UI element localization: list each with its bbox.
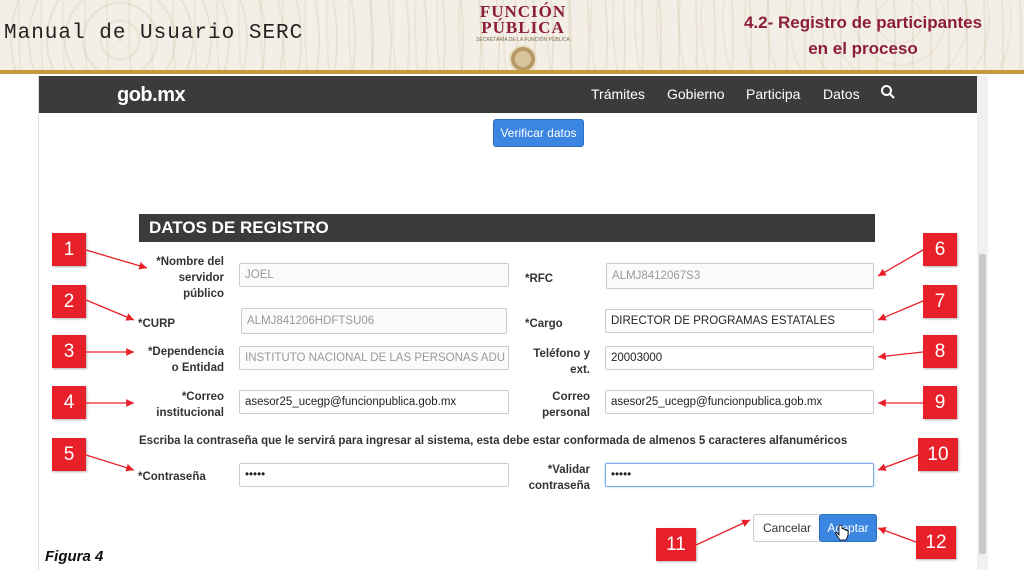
section-title-line-1: 4.2- Registro de participantes [743, 13, 983, 32]
password-label: *Contraseña [138, 471, 206, 483]
slide-header: Manual de Usuario SERC FUNCIÓN PÚBLICA S… [0, 0, 1024, 72]
confirm-password-label: *Validar contraseña [528, 464, 590, 492]
nav-participa[interactable]: Participa [746, 86, 800, 102]
section-title-line-2: en el proceso [808, 39, 918, 58]
password-field[interactable]: ••••• [239, 463, 509, 487]
cargo-label: *Cargo [525, 318, 563, 330]
search-icon[interactable] [880, 84, 896, 100]
callout-9: 9 [923, 386, 957, 419]
curp-label: *CURP [138, 318, 176, 330]
nav-datos[interactable]: Datos [823, 86, 860, 102]
password-instructions: Escriba la contraseña que le servirá par… [139, 435, 848, 447]
seal-icon [509, 45, 537, 72]
callout-3: 3 [52, 335, 86, 368]
callout-5: 5 [52, 438, 86, 471]
dependencia-field[interactable]: INSTITUTO NACIONAL DE LAS PERSONAS ADU [239, 346, 509, 370]
callout-8: 8 [923, 335, 957, 368]
nombre-label: *Nombre del servidor público [156, 256, 224, 300]
rfc-label: *RFC [525, 273, 554, 285]
dependencia-label: *Dependencia o Entidad [147, 346, 224, 374]
callout-12: 12 [916, 526, 956, 559]
telefono-field[interactable]: 20003000 [605, 346, 874, 370]
callout-10: 10 [918, 438, 958, 471]
callout-4: 4 [52, 386, 86, 419]
cargo-field[interactable]: DIRECTOR DE PROGRAMAS ESTATALES [605, 309, 874, 333]
telefono-label: Teléfono y ext. [533, 348, 590, 376]
page-scrollbar[interactable] [977, 76, 988, 570]
header-divider [0, 70, 1024, 74]
logo-subtitle: SECRETARÍA DE LA FUNCIÓN PÚBLICA [476, 37, 570, 43]
verify-data-button[interactable]: Verificar datos [493, 119, 584, 147]
nav-tramites[interactable]: Trámites [591, 86, 645, 102]
funcion-publica-logo: FUNCIÓN PÚBLICA SECRETARÍA DE LA FUNCIÓN… [463, 3, 583, 72]
figure-label: Figura 4 [45, 548, 104, 565]
correo-personal-field[interactable]: asesor25_ucegp@funcionpublica.gob.mx [605, 390, 874, 414]
cancel-button[interactable]: Cancelar [753, 514, 821, 542]
scrollbar-thumb[interactable] [979, 254, 986, 554]
hand-cursor-icon [835, 525, 849, 541]
confirm-password-field[interactable]: ••••• [605, 463, 874, 487]
callout-7: 7 [923, 285, 957, 318]
section-title: 4.2- Registro de participantes en el pro… [728, 10, 998, 62]
correo-institucional-label: *Correo institucional [156, 391, 224, 419]
form-header: DATOS DE REGISTRO [139, 214, 875, 242]
callout-2: 2 [52, 285, 86, 318]
manual-title: Manual de Usuario SERC [4, 22, 304, 45]
correo-institucional-field[interactable]: asesor25_ucegp@funcionpublica.gob.mx [239, 390, 509, 414]
nombre-field[interactable]: JOEL [239, 263, 509, 287]
gobmx-logo[interactable]: gob.mx [117, 84, 186, 107]
gobmx-navbar: gob.mx Trámites Gobierno Participa Datos [39, 76, 977, 113]
callout-6: 6 [923, 233, 957, 266]
nav-gobierno[interactable]: Gobierno [667, 86, 725, 102]
curp-field[interactable]: ALMJ841206HDFTSU06 [241, 308, 507, 334]
callout-1: 1 [52, 233, 86, 266]
correo-personal-label: Correo personal [542, 391, 590, 419]
callout-11: 11 [656, 528, 696, 561]
registration-screenshot: gob.mx Trámites Gobierno Participa Datos… [38, 76, 977, 570]
rfc-field[interactable]: ALMJ8412067S3 [606, 263, 874, 289]
logo-line-2: PÚBLICA [481, 18, 565, 37]
